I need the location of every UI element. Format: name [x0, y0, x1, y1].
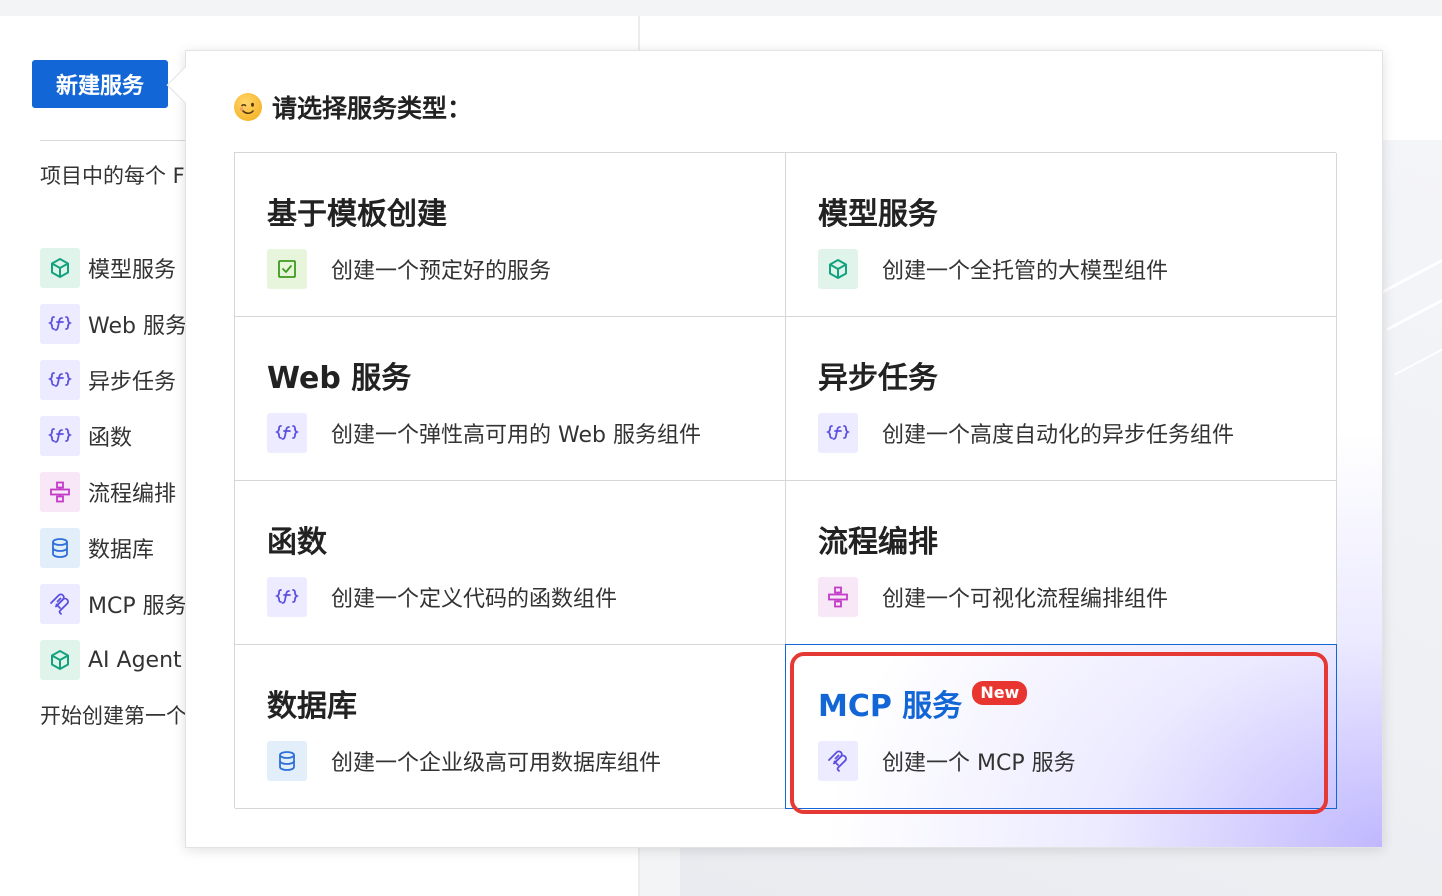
- cube-icon: [40, 640, 80, 680]
- card-title: 函数: [267, 517, 753, 561]
- list-item[interactable]: 流程编排: [40, 464, 187, 520]
- card-async-task[interactable]: 异步任务 创建一个高度自动化的异步任务组件: [786, 317, 1337, 481]
- card-row: 创建一个可视化流程编排组件: [818, 577, 1304, 617]
- new-service-button[interactable]: 新建服务: [32, 60, 168, 108]
- card-title: MCP 服务 New: [818, 681, 1304, 725]
- popover-title-text: 请选择服务类型：: [272, 94, 473, 123]
- function-icon: [267, 413, 307, 453]
- workflow-icon: [40, 472, 80, 512]
- list-item-label: 异步任务: [88, 370, 177, 395]
- winking-face-emoji-icon: [234, 93, 262, 121]
- new-badge: New: [972, 681, 1028, 705]
- card-title-text: 基于模板创建: [267, 197, 447, 232]
- card-title-text: 数据库: [267, 689, 357, 724]
- list-item[interactable]: MCP 服务: [40, 576, 187, 632]
- function-icon: [818, 413, 858, 453]
- list-item-label: MCP 服务: [88, 594, 187, 619]
- card-description: 创建一个 MCP 服务: [882, 751, 1076, 776]
- card-description: 创建一个企业级高可用数据库组件: [331, 751, 662, 776]
- list-item-label: 数据库: [88, 538, 155, 563]
- card-row: 创建一个 MCP 服务: [818, 741, 1304, 781]
- background-service-list: 模型服务 Web 服务 异步任务 函数 流程编排 数据库 MCP 服务 AI A…: [40, 240, 187, 688]
- list-item-label: AI Agent: [88, 647, 182, 673]
- card-row: 创建一个预定好的服务: [267, 249, 753, 289]
- function-icon: [267, 577, 307, 617]
- popover-title: 请选择服务类型：: [234, 89, 472, 125]
- card-description: 创建一个弹性高可用的 Web 服务组件: [331, 423, 701, 448]
- card-title-text: MCP 服务: [818, 689, 963, 724]
- card-title: 数据库: [267, 681, 753, 725]
- card-title: Web 服务: [267, 353, 753, 397]
- service-type-popover: 请选择服务类型： 基于模板创建 创建一个预定好的服务 模型服务 创建一个全托管的…: [185, 50, 1383, 848]
- card-title-text: 模型服务: [818, 197, 938, 232]
- card-description: 创建一个定义代码的函数组件: [331, 587, 618, 612]
- database-icon: [267, 741, 307, 781]
- checkbox-icon: [267, 249, 307, 289]
- card-template[interactable]: 基于模板创建 创建一个预定好的服务: [235, 153, 786, 317]
- card-function[interactable]: 函数 创建一个定义代码的函数组件: [235, 481, 786, 645]
- list-item[interactable]: Web 服务: [40, 296, 187, 352]
- list-item[interactable]: 模型服务: [40, 240, 187, 296]
- card-title: 异步任务: [818, 353, 1304, 397]
- function-icon: [40, 360, 80, 400]
- cube-icon: [818, 249, 858, 289]
- card-title-text: Web 服务: [267, 361, 412, 396]
- list-item-label: 函数: [88, 426, 133, 451]
- card-title-text: 异步任务: [818, 361, 938, 396]
- card-row: 创建一个定义代码的函数组件: [267, 577, 753, 617]
- function-icon: [40, 416, 80, 456]
- card-database[interactable]: 数据库 创建一个企业级高可用数据库组件: [235, 645, 786, 809]
- card-workflow[interactable]: 流程编排 创建一个可视化流程编排组件: [786, 481, 1337, 645]
- service-type-grid: 基于模板创建 创建一个预定好的服务 模型服务 创建一个全托管的大模型组件 Web…: [234, 152, 1337, 809]
- card-row: 创建一个弹性高可用的 Web 服务组件: [267, 413, 753, 453]
- list-item[interactable]: 数据库: [40, 520, 187, 576]
- card-description: 创建一个可视化流程编排组件: [882, 587, 1169, 612]
- database-icon: [40, 528, 80, 568]
- card-web-service[interactable]: Web 服务 创建一个弹性高可用的 Web 服务组件: [235, 317, 786, 481]
- card-row: 创建一个全托管的大模型组件: [818, 249, 1304, 289]
- list-item-label: Web 服务: [88, 314, 187, 339]
- list-item-label: 模型服务: [88, 258, 177, 283]
- list-item[interactable]: AI Agent: [40, 632, 187, 688]
- card-model-service[interactable]: 模型服务 创建一个全托管的大模型组件: [786, 153, 1337, 317]
- background-footer-text: 开始创建第一个: [40, 704, 187, 728]
- background-description: 项目中的每个 Function AI 创: [40, 164, 190, 188]
- card-title: 模型服务: [818, 189, 1304, 233]
- cube-icon: [40, 248, 80, 288]
- card-mcp-service[interactable]: MCP 服务 New 创建一个 MCP 服务: [785, 644, 1337, 809]
- mcp-icon: [818, 741, 858, 781]
- card-description: 创建一个全托管的大模型组件: [882, 259, 1169, 284]
- card-title-text: 流程编排: [818, 525, 938, 560]
- card-title: 基于模板创建: [267, 189, 753, 233]
- list-item-label: 流程编排: [88, 482, 177, 507]
- card-description: 创建一个高度自动化的异步任务组件: [882, 423, 1235, 448]
- card-row: 创建一个企业级高可用数据库组件: [267, 741, 753, 781]
- card-row: 创建一个高度自动化的异步任务组件: [818, 413, 1304, 453]
- card-title-text: 函数: [267, 525, 327, 560]
- function-icon: [40, 304, 80, 344]
- list-item[interactable]: 函数: [40, 408, 187, 464]
- workflow-icon: [818, 577, 858, 617]
- card-description: 创建一个预定好的服务: [331, 259, 552, 284]
- list-item[interactable]: 异步任务: [40, 352, 187, 408]
- card-title: 流程编排: [818, 517, 1304, 561]
- mcp-icon: [40, 584, 80, 624]
